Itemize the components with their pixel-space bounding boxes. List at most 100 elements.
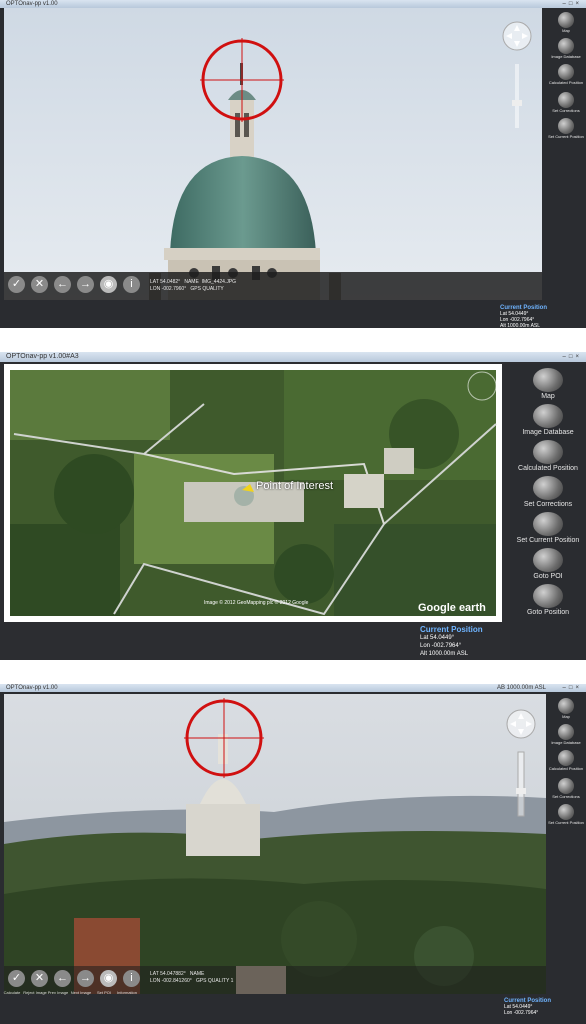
window-titlebar: OPTOnav-pp v1.00 –□×: [0, 0, 586, 8]
current-lat: Lat 54.0449°: [420, 635, 455, 641]
satellite-map: [10, 370, 497, 616]
corrections-icon: [558, 92, 574, 108]
screen-3-distant-view: OPTOnav-pp v1.00 AB 1000.00m ASL –□× ✓ ✕…: [0, 684, 586, 1024]
sidebar-item-image-database[interactable]: Image Database: [546, 38, 586, 59]
camera-view[interactable]: ✓ ✕ ← → ◉ i LAT 54.0482° NAME IMG_4424.J…: [4, 8, 542, 300]
camera-view[interactable]: ✓ ✕ ← → ◉ i LAT 54.047882° NAME LON -002…: [4, 694, 546, 994]
sidebar-item-calculated-position[interactable]: Calculated Position: [510, 440, 586, 473]
next-image-button[interactable]: →: [77, 970, 94, 987]
pin-icon: [533, 512, 563, 536]
sidebar-item-set-corrections[interactable]: Set Corrections: [546, 92, 586, 113]
lon-readout: LON -002.841260°: [150, 978, 192, 984]
corrections-icon: [558, 778, 574, 794]
sidebar-item-map[interactable]: Map: [546, 698, 586, 719]
target-icon: [533, 548, 563, 572]
name-label: NAME: [189, 971, 205, 977]
next-image-label: Next Image: [70, 990, 92, 995]
current-lon: Lon -002.7964°: [420, 643, 462, 649]
lat-readout: LAT 54.047882°: [150, 971, 186, 977]
sidebar: Map Image Database Calculated Position S…: [510, 364, 586, 660]
information-button[interactable]: i: [123, 276, 140, 293]
calculate-label: Calculate: [3, 990, 21, 995]
set-poi-button[interactable]: ◉: [100, 970, 117, 987]
prev-image-button[interactable]: ←: [54, 276, 71, 293]
position-icon: [558, 750, 574, 766]
globe-icon: [558, 12, 574, 28]
navigation-control[interactable]: [500, 14, 534, 134]
sidebar-item-set-current-position[interactable]: Set Current Position: [510, 512, 586, 545]
sidebar-item-set-current-position[interactable]: Set Current Position: [546, 118, 586, 139]
corrections-icon: [533, 476, 563, 500]
sidebar-item-calculated-position[interactable]: Calculated Position: [546, 750, 586, 771]
pin-icon: [558, 804, 574, 820]
screen-2-map-view: OPTOnav-pp v1.00#A3 –□× Point of Interes…: [0, 352, 586, 660]
window-title: OPTOnav-pp v1.00#A3: [6, 353, 79, 360]
sidebar-item-set-corrections[interactable]: Set Corrections: [510, 476, 586, 509]
globe-icon: [558, 698, 574, 714]
sidebar-item-goto-poi[interactable]: Goto POI: [510, 548, 586, 581]
window-titlebar: OPTOnav-pp v1.00 AB 1000.00m ASL –□×: [0, 684, 586, 692]
window-title: OPTOnav-pp v1.00: [6, 1, 58, 7]
window-controls[interactable]: –□×: [563, 0, 582, 8]
globe-icon: [533, 368, 563, 392]
calculate-button[interactable]: ✓: [8, 276, 25, 293]
screen-1-dome-view: OPTOnav-pp v1.00 –□× ✓ ✕ ← → ◉ i LAT 54.…: [0, 0, 586, 328]
position-icon: [533, 440, 563, 464]
information-button[interactable]: i: [123, 970, 140, 987]
landscape-photo: [4, 694, 546, 994]
window-titlebar: OPTOnav-pp v1.00#A3 –□×: [0, 352, 586, 362]
name-label: NAME: [184, 279, 199, 285]
current-position-box: Current Position Lat 54.0449° Lon -002.7…: [504, 998, 551, 1016]
lon-readout: LON -002.7960°: [150, 286, 187, 292]
calculate-button[interactable]: ✓: [8, 970, 25, 987]
current-position-title: Current Position: [420, 625, 483, 634]
sidebar-item-image-database[interactable]: Image Database: [546, 724, 586, 745]
current-position-box: Current Position Lat 54.0449° Lon -002.7…: [420, 626, 483, 658]
sidebar: Map Image Database Calculated Position S…: [546, 694, 586, 1024]
pin-icon: [558, 118, 574, 134]
sidebar-item-image-database[interactable]: Image Database: [510, 404, 586, 437]
reject-image-button[interactable]: ✕: [31, 276, 48, 293]
map-view[interactable]: Point of Interest Image © 2012 GeoMappin…: [4, 364, 502, 622]
window-controls[interactable]: –□×: [563, 352, 582, 362]
poi-label: Point of Interest: [256, 480, 334, 492]
next-image-button[interactable]: →: [77, 276, 94, 293]
map-copyright: Image © 2012 GeoMapping plc © 2012 Googl…: [204, 600, 309, 606]
set-poi-button[interactable]: ◉: [100, 276, 117, 293]
google-earth-logo: Google earth: [418, 602, 486, 614]
database-icon: [533, 404, 563, 428]
image-info: LAT 54.0482° NAME IMG_4424.JPG LON -002.…: [150, 279, 236, 293]
current-alt: Alt 1000.00m ASL: [500, 323, 541, 328]
window-title: OPTOnav-pp v1.00: [6, 685, 58, 691]
image-info: LAT 54.047882° NAME LON -002.841260° GPS…: [150, 971, 233, 985]
prev-image-label: Prev Image: [47, 990, 69, 995]
set-poi-label: Set POI: [96, 990, 111, 995]
sidebar-item-goto-position[interactable]: Goto Position: [510, 584, 586, 617]
window-controls[interactable]: –□×: [563, 684, 582, 692]
position-icon: [558, 64, 574, 80]
sidebar-item-set-corrections[interactable]: Set Corrections: [546, 778, 586, 799]
current-alt: Alt 1000.00m ASL: [420, 651, 469, 657]
information-label: Information: [116, 990, 137, 995]
crosshair-reticle: [184, 698, 264, 778]
gps-quality: GPS QUALITY: [190, 286, 224, 292]
navigation-control[interactable]: [504, 702, 538, 822]
sidebar-item-map[interactable]: Map: [510, 368, 586, 401]
sidebar: Map Image Database Calculated Position S…: [546, 8, 586, 328]
sidebar-item-calculated-position[interactable]: Calculated Position: [546, 64, 586, 85]
current-position-box: Current Position Lat 54.0449° Lon -002.7…: [500, 305, 547, 328]
crosshair-icon: [533, 584, 563, 608]
sidebar-item-map[interactable]: Map: [546, 12, 586, 33]
crosshair-reticle: [200, 38, 284, 122]
image-file: IMG_4424.JPG: [201, 279, 237, 285]
current-lon: Lon -002.7964°: [504, 1010, 539, 1016]
sidebar-item-set-current-position[interactable]: Set Current Position: [546, 804, 586, 825]
reject-image-label: Reject Image: [23, 990, 47, 995]
database-icon: [558, 724, 574, 740]
database-icon: [558, 38, 574, 54]
lat-readout: LAT 54.0482°: [150, 279, 181, 285]
bottom-toolbar: ✓ ✕ ← → ◉ i LAT 54.0482° NAME IMG_4424.J…: [4, 272, 542, 300]
prev-image-button[interactable]: ←: [54, 970, 71, 987]
reject-image-button[interactable]: ✕: [31, 970, 48, 987]
gps-quality: GPS QUALITY 1: [195, 978, 234, 984]
